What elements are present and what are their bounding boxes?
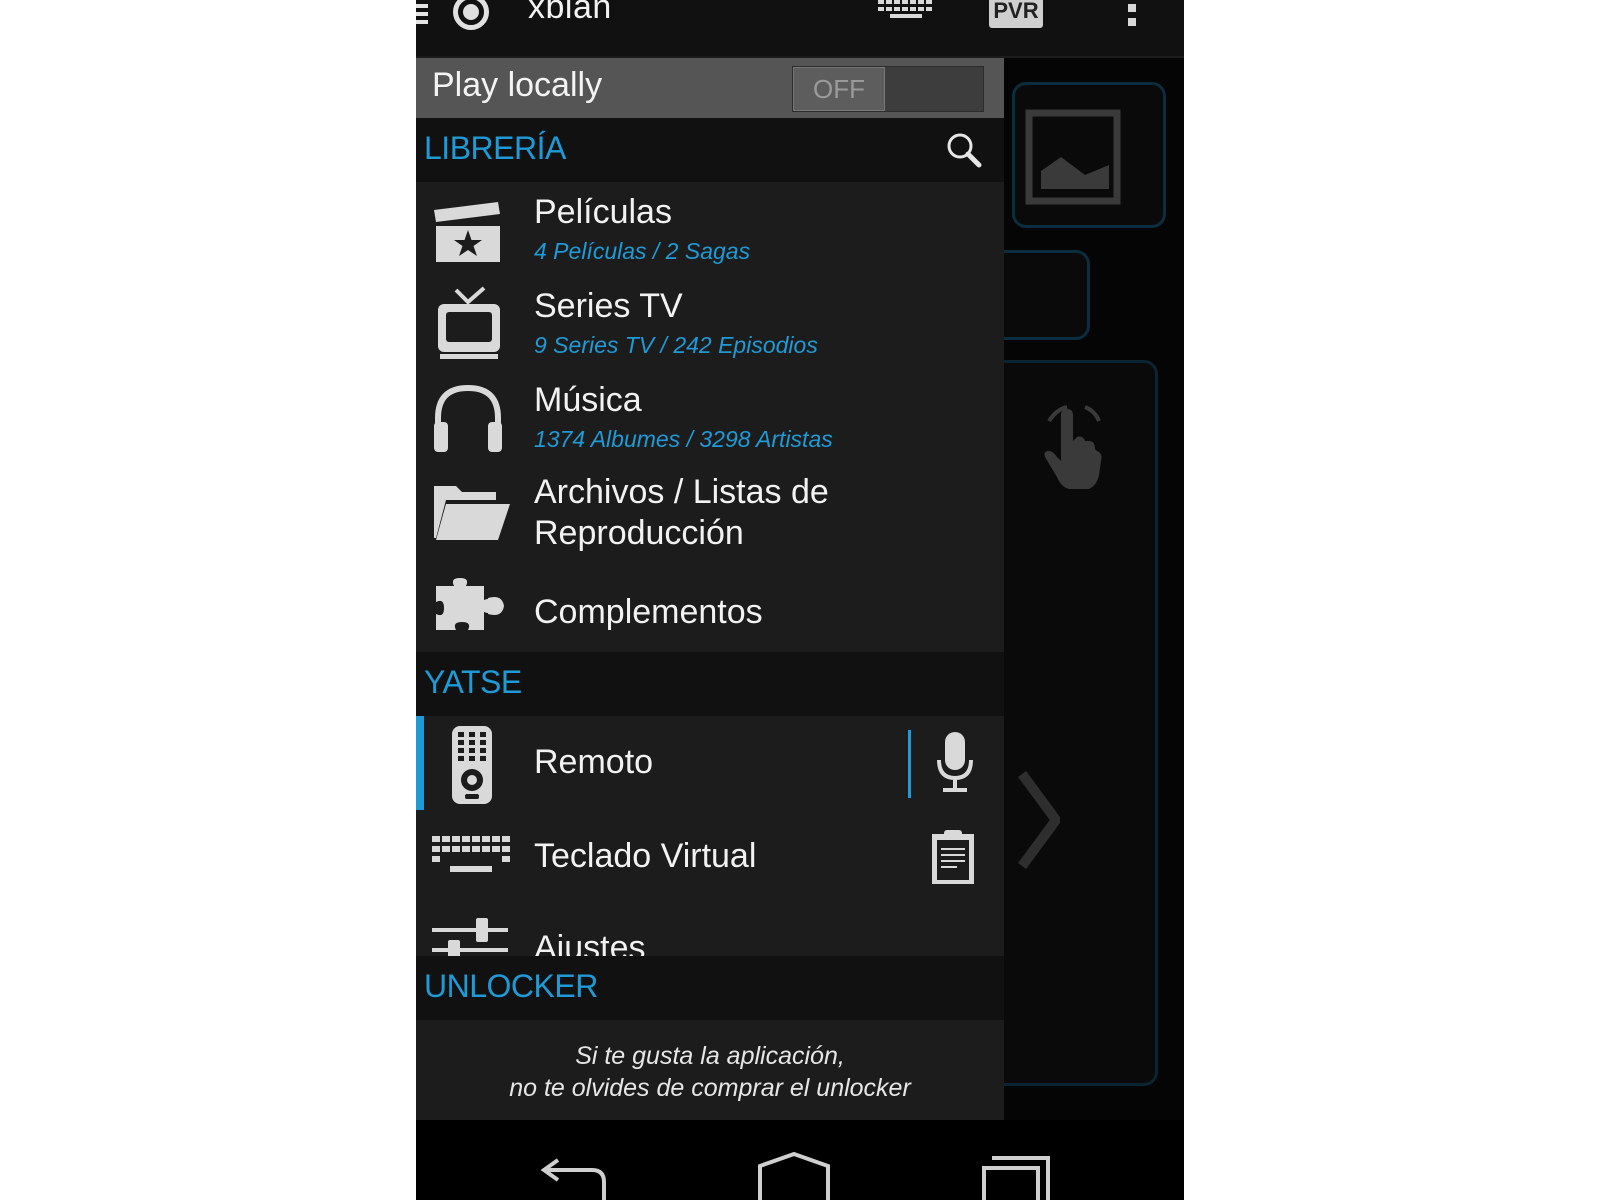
system-navigation-bar (416, 1120, 1184, 1200)
host-title[interactable]: xbian (528, 0, 612, 27)
play-locally-row: Play locally OFF (416, 58, 1004, 118)
menu-item-music[interactable]: Música 1374 Albumes / 3298 Artistas (416, 370, 1004, 464)
menu-item-label: Remoto (534, 743, 654, 781)
toggle-state: OFF (793, 67, 885, 111)
folder-icon (434, 486, 510, 540)
drawer-toggle-icon[interactable] (416, 4, 428, 26)
back-icon[interactable] (538, 1154, 608, 1200)
selected-indicator (416, 716, 424, 810)
keyboard-icon[interactable] (876, 0, 936, 28)
background-panel (984, 360, 1158, 1086)
menu-item-tv-shows[interactable]: Series TV 9 Series TV / 242 Episodios (416, 276, 1004, 370)
menu-item-subtitle: 4 Películas / 2 Sagas (534, 238, 751, 264)
menu-item-remote[interactable]: Remoto (416, 716, 1004, 810)
menu-item-label: Teclado Virtual (534, 837, 757, 875)
remote-icon (452, 726, 492, 804)
menu-item-addons[interactable]: Complementos (416, 570, 1004, 652)
navigation-drawer: Play locally OFF LIBRERÍA Películas 4 Pe… (416, 58, 1004, 1120)
remote-background (984, 58, 1184, 1120)
chevron-right-icon[interactable] (1016, 770, 1060, 870)
overflow-menu-icon[interactable] (1128, 4, 1136, 32)
action-bar: xbian PVR (416, 0, 1184, 58)
menu-item-subtitle: 1374 Albumes / 3298 Artistas (534, 426, 833, 452)
yatse-header: YATSE (416, 652, 1004, 716)
menu-item-label: Complementos (534, 593, 763, 631)
sliders-icon (432, 918, 508, 958)
play-locally-label: Play locally (432, 66, 603, 104)
library-title: LIBRERÍA (424, 130, 566, 166)
clipboard-icon[interactable] (930, 828, 976, 886)
unlocker-message-line2: no te olvides de comprar el unlocker (509, 1074, 911, 1102)
search-icon[interactable] (946, 132, 982, 168)
menu-item-subtitle: 9 Series TV / 242 Episodios (534, 332, 818, 358)
menu-item-label: Archivos / Listas de (534, 473, 829, 511)
unlocker-message-line1: Si te gusta la aplicación, (575, 1042, 845, 1070)
tv-icon (438, 286, 500, 359)
clapperboard-icon (434, 202, 500, 262)
yatse-title: YATSE (424, 664, 522, 700)
app-logo-icon[interactable] (453, 0, 489, 30)
headphones-icon (434, 384, 502, 452)
library-header: LIBRERÍA (416, 118, 1004, 182)
menu-item-label: Series TV (534, 287, 683, 325)
item-divider (908, 730, 911, 798)
unlocker-title: UNLOCKER (424, 968, 598, 1004)
microphone-icon[interactable] (936, 732, 974, 794)
menu-item-label: Películas (534, 193, 672, 231)
recent-apps-icon[interactable] (980, 1154, 1052, 1200)
unlocker-header: UNLOCKER (416, 956, 1004, 1020)
menu-item-label: Ajustes (534, 929, 646, 958)
menu-item-label: Música (534, 381, 642, 419)
background-card (1012, 82, 1166, 228)
puzzle-icon (436, 578, 504, 630)
gesture-hand-icon (1044, 405, 1102, 489)
keyboard-icon (432, 836, 510, 872)
phone-screen: xbian PVR Play locally OFF LIBRERÍA Pelí… (416, 0, 1184, 1200)
menu-item-label: Reproducción (534, 514, 744, 552)
menu-item-movies[interactable]: Películas 4 Películas / 2 Sagas (416, 182, 1004, 276)
unlocker-message[interactable]: Si te gusta la aplicación, no te olvides… (416, 1020, 1004, 1120)
image-placeholder-icon (1025, 109, 1121, 205)
menu-item-virtual-keyboard[interactable]: Teclado Virtual (416, 810, 1004, 904)
menu-item-files[interactable]: Archivos / Listas de Reproducción (416, 464, 1004, 570)
pvr-button[interactable]: PVR (989, 0, 1043, 28)
menu-item-settings[interactable]: Ajustes (416, 904, 1004, 958)
home-icon[interactable] (756, 1150, 832, 1200)
play-locally-toggle[interactable]: OFF (792, 66, 984, 112)
